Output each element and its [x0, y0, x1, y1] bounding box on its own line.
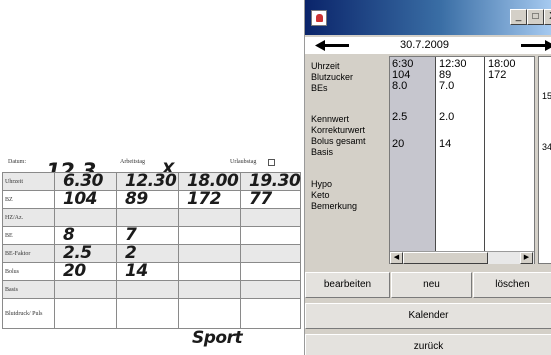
cell-blutzucker[interactable]: 172 — [488, 70, 506, 81]
label-bes: BEs — [311, 83, 328, 93]
paper-row-label: BZ — [2, 190, 55, 209]
paper-cell: 7 — [125, 225, 137, 245]
paper-row-blutdruck: Blutdruck/ Puls — [2, 298, 302, 329]
paper-cell: 12.30 — [125, 171, 177, 191]
maximize-button[interactable]: □ — [527, 9, 544, 25]
previous-day-button[interactable] — [311, 38, 361, 53]
paper-row-basis: Basis — [2, 280, 302, 299]
paper-row-bolus: Bolus 20 14 — [2, 261, 302, 281]
paper-note-sport: Sport — [192, 328, 243, 348]
column-divider — [484, 57, 485, 251]
paper-row-label: HZ/Az. — [2, 208, 55, 227]
label-blutzucker: Blutzucker — [311, 72, 354, 82]
app-window: _ □ X 30.7.2009 Uhrzeit Blutzucker BEs K… — [304, 0, 551, 355]
label-hypo: Hypo — [311, 179, 333, 189]
paper-cell: 104 — [63, 189, 98, 209]
paper-cell: 89 — [125, 189, 148, 209]
paper-urlaubstag-label: Urlaubstag — [230, 159, 257, 165]
entries-grid[interactable]: 6:30 104 8.0 2.5 20 12:30 89 7.0 2.0 14 … — [389, 56, 535, 264]
paper-cell: 172 — [187, 189, 222, 209]
paper-cell: 14 — [125, 261, 148, 281]
paper-cell: 20 — [63, 261, 86, 281]
back-button[interactable]: zurück — [305, 334, 551, 355]
paper-row-uhrzeit: Uhrzeit 6.30 12.30 18.00 19.30 — [2, 171, 302, 191]
delete-button[interactable]: löschen — [473, 272, 551, 298]
paper-cell: 6.30 — [63, 171, 103, 191]
paper-row-label: Uhrzeit — [2, 172, 55, 191]
java-cup-icon — [311, 10, 327, 26]
next-day-button[interactable] — [509, 38, 551, 53]
paper-cell: 77 — [249, 189, 272, 209]
cell-bolus[interactable]: 14 — [439, 139, 451, 150]
paper-arbeitstag-label: Arbeitstag — [120, 159, 145, 165]
scroll-left-icon[interactable]: ◀ — [390, 252, 403, 264]
column-divider — [435, 57, 436, 251]
paper-row-label: Bolus — [2, 262, 55, 281]
calendar-button[interactable]: Kalender — [305, 303, 551, 329]
cell-kennwert[interactable]: 2.0 — [439, 112, 454, 123]
paper-cell: 2 — [125, 243, 137, 263]
label-basis: Basis — [311, 147, 334, 157]
edit-button[interactable]: bearbeiten — [305, 272, 390, 298]
scroll-thumb[interactable] — [403, 252, 488, 264]
paper-cell: 19.30 — [249, 171, 301, 191]
cell-bes[interactable]: 7.0 — [439, 81, 454, 92]
cell-kennwert[interactable]: 2.5 — [392, 112, 407, 123]
paper-urlaubstag-checkbox — [268, 159, 275, 166]
paper-logbook-form: Datum: 12.3. Arbeitstag X Urlaubstag Uhr… — [0, 138, 302, 355]
paper-row-bz: BZ 104 89 172 77 — [2, 189, 302, 209]
minimize-button[interactable]: _ — [510, 9, 527, 25]
label-bolus-gesamt: Bolus gesamt — [311, 136, 366, 146]
partial-totals-column: 15. 34 — [538, 56, 551, 264]
arrow-right-icon — [521, 40, 551, 51]
paper-cell: 2.5 — [63, 243, 92, 263]
current-date: 30.7.2009 — [400, 39, 449, 51]
new-entry-button[interactable]: neu — [391, 272, 472, 298]
date-navigation: 30.7.2009 — [305, 37, 551, 54]
paper-row-be-faktor: BE-Faktor 2.5 2 — [2, 243, 302, 263]
arrow-left-icon — [315, 40, 349, 51]
close-button[interactable]: X — [544, 9, 551, 25]
scroll-right-icon[interactable]: ▶ — [520, 252, 533, 264]
paper-row-label: Basis — [2, 280, 55, 299]
horizontal-scrollbar[interactable]: ◀ ▶ — [390, 251, 534, 264]
paper-log-table: Uhrzeit 6.30 12.30 18.00 19.30 BZ 104 89… — [2, 171, 302, 329]
label-keto: Keto — [311, 190, 330, 200]
paper-row-hz: HZ/Az. — [2, 208, 302, 227]
total-bolus: 34 — [542, 142, 551, 152]
paper-row-label: BE-Faktor — [2, 244, 55, 263]
cell-bes[interactable]: 8.0 — [392, 81, 407, 92]
paper-cell: 8 — [63, 225, 75, 245]
paper-row-be: BE 8 7 — [2, 225, 302, 245]
paper-datum-label: Datum: — [8, 159, 26, 165]
paper-cell: 18.00 — [187, 171, 239, 191]
label-uhrzeit: Uhrzeit — [311, 61, 340, 71]
label-bemerkung: Bemerkung — [311, 201, 358, 211]
paper-date-row: Datum: 12.3. Arbeitstag X Urlaubstag — [2, 152, 300, 183]
total-bes: 15. — [542, 91, 551, 101]
label-korrekturwert: Korrekturwert — [311, 125, 366, 135]
label-kennwert: Kennwert — [311, 114, 350, 124]
cell-bolus[interactable]: 20 — [392, 139, 404, 150]
paper-row-label: Blutdruck/ Puls — [2, 298, 55, 329]
window-titlebar[interactable]: _ □ X — [305, 0, 551, 35]
paper-row-label: BE — [2, 226, 55, 245]
